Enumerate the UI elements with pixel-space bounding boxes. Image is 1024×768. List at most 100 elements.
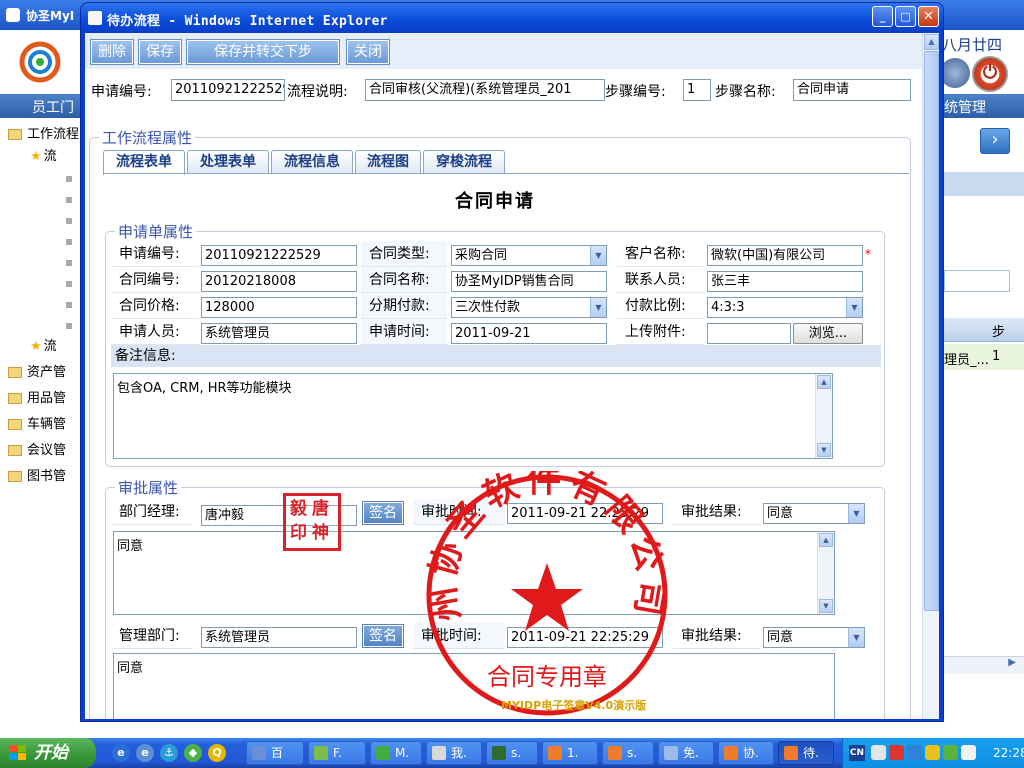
tab-flow-form[interactable]: 流程表单 (103, 150, 185, 175)
tab-flow-chart[interactable]: 流程图 (355, 150, 421, 174)
sign-button[interactable]: 签名 (362, 624, 404, 648)
remark-textarea[interactable]: 包含OA, CRM, HR等功能模块 ▲ ▼ (113, 373, 833, 459)
tab-handle-form[interactable]: 处理表单 (187, 150, 269, 174)
installment-select[interactable]: 三次性付款 ▼ (451, 297, 607, 318)
security-icon[interactable] (943, 745, 958, 760)
tree-subitem[interactable] (0, 252, 80, 273)
tree-item-vehicles[interactable]: 车辆管 (0, 414, 80, 436)
browser-icon[interactable]: e (136, 744, 154, 762)
tree-subitem[interactable] (0, 315, 80, 336)
scroll-thumb[interactable] (924, 51, 939, 611)
nav-system-management[interactable]: 统管理 (944, 97, 986, 117)
power-icon[interactable]: ⏻ (972, 56, 1008, 92)
task-button[interactable]: s. (602, 741, 654, 765)
apply-no-field[interactable]: 20110921222529 (171, 79, 285, 101)
volume-icon[interactable] (961, 745, 976, 760)
tree-item-flow-2[interactable]: ★ 流 (0, 336, 80, 358)
tree-item-assets[interactable]: 资产管 (0, 362, 80, 384)
task-button[interactable]: s. (486, 741, 538, 765)
step-no-field[interactable]: 1 (683, 79, 711, 101)
management-dept-label: 管理部门: (111, 623, 193, 649)
customer-input[interactable]: 微软(中国)有限公司 (707, 245, 863, 266)
delete-button[interactable]: 删除 (90, 39, 134, 65)
step-name-field[interactable]: 合同申请 (793, 79, 911, 101)
network-icon[interactable] (871, 745, 886, 760)
price-label: 合同价格: (111, 293, 199, 319)
tree-subitem[interactable] (0, 168, 80, 189)
browse-button[interactable]: 浏览... (793, 323, 863, 344)
approve-result-select[interactable]: 同意 ▼ (763, 627, 865, 648)
scroll-down-icon[interactable]: ▼ (817, 443, 831, 457)
minimize-icon[interactable]: _ (872, 6, 893, 27)
background-search-input[interactable] (944, 270, 1010, 292)
task-button-active[interactable]: 待. (778, 741, 834, 765)
language-indicator[interactable]: CN (849, 745, 865, 761)
contract-type-select[interactable]: 采购合同 ▼ (451, 245, 607, 266)
tree-item-flow[interactable]: ★ 流 (0, 146, 80, 168)
approve-result-select[interactable]: 同意 ▼ (763, 503, 865, 524)
contract-name-input[interactable]: 协圣MyIDP销售合同 (451, 271, 607, 292)
task-button[interactable]: 协. (718, 741, 774, 765)
expand-arrow-icon[interactable]: › (980, 128, 1010, 154)
nav-employee-portal[interactable]: 员工门 (32, 97, 74, 117)
scroll-down-icon[interactable]: ▼ (819, 599, 833, 613)
scroll-up-icon[interactable]: ▲ (819, 533, 833, 547)
tree-subitem[interactable] (0, 189, 80, 210)
tree-subitem[interactable] (0, 294, 80, 315)
flow-desc-field[interactable]: 合同审核(父流程)(系统管理员_201 (365, 79, 605, 101)
task-button[interactable]: 我. (426, 741, 482, 765)
attachment-input[interactable] (707, 323, 791, 344)
scroll-up-icon[interactable]: ▲ (817, 375, 831, 389)
save-and-forward-button[interactable]: 保存并转交下步 (186, 39, 340, 65)
tree-subitem[interactable] (0, 273, 80, 294)
textarea-scrollbar[interactable]: ▲ ▼ (817, 532, 834, 614)
task-button[interactable]: 1. (542, 741, 598, 765)
tree-subitem[interactable] (0, 231, 80, 252)
close-icon[interactable]: ✕ (918, 6, 939, 27)
approve-comment-textarea[interactable]: 同意 (113, 653, 835, 719)
popup-vscrollbar[interactable]: ▲ (922, 33, 939, 719)
save-button[interactable]: 保存 (138, 39, 182, 65)
close-button[interactable]: 关闭 (346, 39, 390, 65)
tab-flow-info[interactable]: 流程信息 (271, 150, 353, 174)
approve-time-input[interactable]: 2011-09-21 22:25:29 (507, 503, 663, 524)
task-button[interactable]: 百 (246, 741, 304, 765)
textarea-scrollbar[interactable]: ▲ ▼ (815, 374, 832, 458)
scroll-up-icon[interactable]: ▲ (924, 34, 939, 50)
task-button[interactable]: F. (308, 741, 366, 765)
home-icon[interactable] (940, 58, 970, 88)
ie-icon[interactable]: e (112, 744, 130, 762)
task-button[interactable]: M. (370, 741, 422, 765)
sign-button[interactable]: 签名 (362, 501, 404, 525)
contact-input[interactable]: 张三丰 (707, 271, 863, 292)
app-icon[interactable]: ◆ (184, 744, 202, 762)
apply-no-input[interactable]: 20110921222529 (201, 245, 357, 266)
task-button[interactable]: 免. (658, 741, 714, 765)
app-tray-icon[interactable] (925, 745, 940, 760)
clock[interactable]: 22:28 (993, 746, 1024, 760)
background-hscrollbar[interactable]: ▶ (944, 656, 1024, 674)
tree-item-supplies[interactable]: 用品管 (0, 388, 80, 410)
start-button[interactable]: 开始 (0, 738, 96, 768)
tab-shuttle-flow[interactable]: 穿梭流程 (423, 150, 505, 174)
qq-icon[interactable]: Q (208, 744, 226, 762)
approve-comment-textarea[interactable]: 同意 ▲ ▼ (113, 531, 835, 615)
tree-item-books[interactable]: 图书管 (0, 466, 80, 488)
antivirus-icon[interactable] (889, 745, 904, 760)
applicant-input[interactable]: 系统管理员 (201, 323, 357, 344)
apply-time-input[interactable]: 2011-09-21 (451, 323, 607, 344)
price-input[interactable]: 128000 (201, 297, 357, 318)
lunar-date: 八月廿四 (942, 36, 1003, 54)
ratio-select[interactable]: 4:3:3 ▼ (707, 297, 863, 318)
shield-icon[interactable] (907, 745, 922, 760)
popup-titlebar[interactable]: 待办流程 - Windows Internet Explorer _ □ ✕ (81, 3, 943, 33)
table-row[interactable]: 理员_... 1 (944, 344, 1024, 370)
tree-subitem[interactable] (0, 210, 80, 231)
approve-time-input[interactable]: 2011-09-21 22:25:29 (507, 627, 663, 648)
anchor-icon[interactable]: ⚓ (160, 744, 178, 762)
tree-item-workflow[interactable]: 工作流程 (0, 124, 80, 146)
maximize-icon[interactable]: □ (895, 6, 916, 27)
contract-no-input[interactable]: 20120218008 (201, 271, 357, 292)
management-dept-input[interactable]: 系统管理员 (201, 627, 357, 648)
tree-item-meetings[interactable]: 会议管 (0, 440, 80, 462)
